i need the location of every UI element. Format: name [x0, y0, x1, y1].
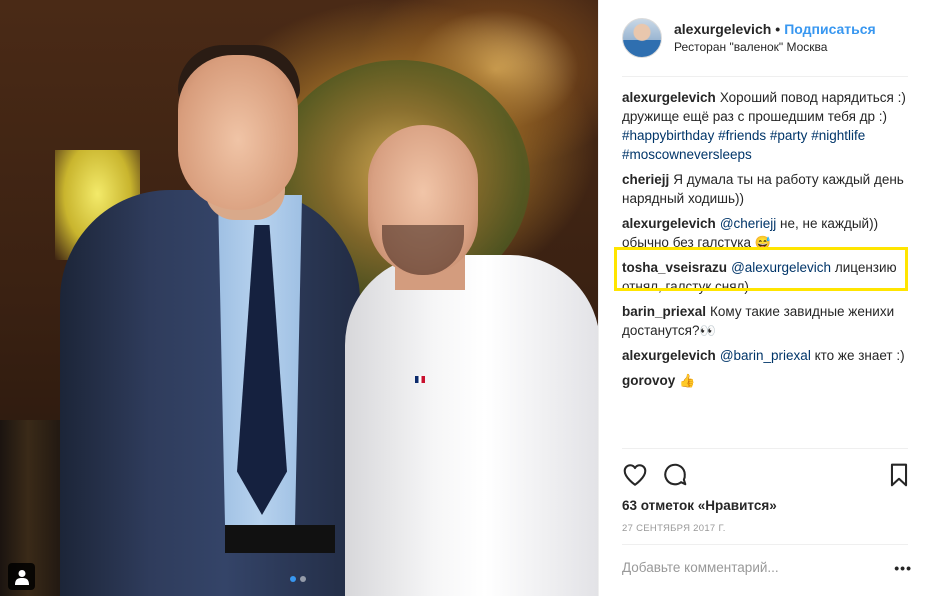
comment-username[interactable]: cheriejj	[622, 172, 669, 187]
user-icon[interactable]	[8, 563, 35, 590]
username-link[interactable]: alexurgelevich	[674, 21, 771, 37]
comment-item: gorovoy 👍	[622, 371, 912, 390]
person-right-shirt	[345, 255, 598, 596]
comment-link[interactable]: #nightlife	[811, 128, 865, 143]
divider	[622, 76, 908, 77]
comment-item: alexurgelevich @barin_priexal кто же знае…	[622, 346, 912, 365]
highlight-box	[614, 247, 908, 291]
speech-bubble-icon[interactable]	[662, 462, 688, 488]
comment-username[interactable]: alexurgelevich	[622, 216, 716, 231]
comment-username[interactable]: barin_priexal	[622, 304, 706, 319]
location-link[interactable]: Ресторан "валенок" Москва	[674, 40, 827, 54]
emoji: 👍	[679, 373, 696, 388]
comment-text: кто же знает :)	[810, 348, 905, 363]
comment-link[interactable]: #party	[770, 128, 808, 143]
carousel-indicator	[290, 576, 306, 582]
avatar[interactable]	[622, 18, 662, 58]
carousel-dot	[300, 576, 306, 582]
shirt-logo	[415, 376, 425, 383]
comment-input[interactable]	[622, 560, 877, 575]
comment-username[interactable]: alexurgelevich	[622, 90, 716, 105]
comment-link[interactable]: #moscowneversleeps	[622, 147, 752, 162]
more-options-icon[interactable]: •••	[894, 560, 912, 576]
comment-username[interactable]: alexurgelevich	[622, 348, 716, 363]
comment-item: alexurgelevich Хороший повод нарядиться :…	[622, 88, 912, 164]
follow-button[interactable]: Подписаться	[784, 21, 876, 37]
comment-item: cheriejj Я думала ты на работу каждый ден…	[622, 170, 912, 208]
comment-link[interactable]: @barin_priexal	[720, 348, 811, 363]
post-photo[interactable]	[0, 0, 598, 596]
comment-link[interactable]: #friends	[718, 128, 766, 143]
emoji: 👀	[699, 323, 716, 338]
comment-username[interactable]: gorovoy	[622, 373, 675, 388]
person-left-belt	[225, 525, 335, 553]
divider	[622, 448, 908, 449]
bookmark-icon[interactable]	[886, 462, 912, 488]
likes-count[interactable]: 63 отметок «Нравится»	[622, 498, 777, 513]
heart-outline-icon[interactable]	[622, 462, 648, 488]
comments-list: alexurgelevich Хороший повод нарядиться :…	[622, 88, 912, 396]
divider	[622, 544, 908, 545]
post-header: alexurgelevich • Подписаться Ресторан "вал…	[622, 18, 912, 58]
action-bar	[622, 462, 912, 492]
comment-link[interactable]: #happybirthday	[622, 128, 714, 143]
separator-dot: •	[775, 21, 781, 37]
comment-item: barin_priexal Кому такие завидные женихи …	[622, 302, 912, 340]
person-left-face	[178, 55, 298, 210]
add-comment-area: •••	[622, 556, 912, 584]
header-line: alexurgelevich • Подписаться	[674, 21, 876, 37]
comment-link[interactable]: @cheriejj	[720, 216, 776, 231]
post-date[interactable]: 27 сентября 2017 г.	[622, 523, 726, 534]
carousel-dot-active	[290, 576, 296, 582]
